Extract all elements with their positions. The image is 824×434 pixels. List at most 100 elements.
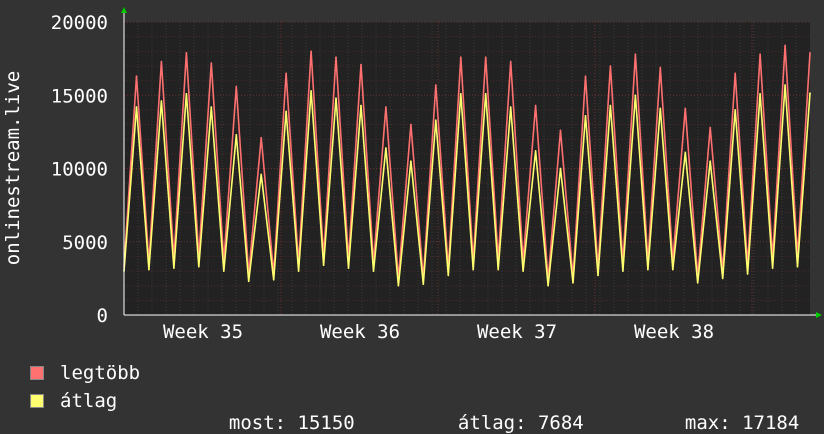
stat-atlag: átlag: 7684 bbox=[435, 390, 584, 434]
data-point bbox=[310, 90, 312, 92]
y-tick-label: 0 bbox=[97, 305, 108, 327]
x-tick-label: Week 38 bbox=[634, 321, 714, 343]
stat-max: max: 17184 bbox=[662, 390, 799, 434]
data-point bbox=[696, 282, 699, 284]
data-point bbox=[484, 93, 487, 95]
x-tick-label: Week 37 bbox=[477, 321, 557, 343]
data-point bbox=[609, 65, 612, 67]
data-point bbox=[297, 270, 300, 272]
data-point bbox=[135, 75, 138, 77]
data-point bbox=[684, 151, 687, 154]
data-point bbox=[684, 107, 687, 110]
data-point bbox=[584, 115, 587, 117]
data-point bbox=[759, 53, 761, 55]
data-point bbox=[335, 97, 337, 99]
data-point bbox=[796, 265, 799, 268]
stat-most-label: most: bbox=[228, 412, 287, 434]
y-tick-label: 5000 bbox=[62, 232, 108, 254]
data-point bbox=[235, 134, 238, 136]
stat-most-value: 15150 bbox=[297, 412, 355, 434]
data-point bbox=[534, 104, 537, 107]
data-point bbox=[198, 265, 200, 268]
data-point bbox=[534, 150, 537, 152]
data-point bbox=[310, 50, 312, 53]
data-point bbox=[247, 280, 250, 283]
data-point bbox=[447, 274, 450, 277]
data-point bbox=[460, 93, 462, 95]
stat-max-label: max: bbox=[684, 412, 731, 434]
data-point bbox=[385, 106, 387, 108]
data-point bbox=[272, 279, 275, 281]
data-point bbox=[484, 56, 487, 58]
legend-label-atlag: átlag bbox=[60, 390, 118, 412]
y-tick-label: 20000 bbox=[51, 12, 108, 34]
data-point bbox=[397, 284, 400, 287]
stat-max-value: 17184 bbox=[742, 412, 800, 434]
data-point bbox=[771, 267, 774, 269]
y-axis-arrow bbox=[121, 7, 127, 13]
data-point bbox=[597, 274, 599, 277]
data-point bbox=[809, 92, 811, 94]
data-point bbox=[372, 270, 375, 272]
data-point bbox=[260, 136, 263, 139]
data-point bbox=[160, 100, 163, 102]
data-point bbox=[634, 94, 637, 97]
y-tick-labels: 0 5000 10000 15000 20000 bbox=[51, 12, 108, 327]
data-point bbox=[809, 52, 811, 54]
data-point bbox=[584, 75, 587, 77]
data-point bbox=[759, 93, 761, 95]
y-tick-label: 15000 bbox=[51, 85, 108, 107]
data-point bbox=[185, 52, 188, 54]
stat-atlag-label: átlag: bbox=[457, 412, 527, 434]
data-point bbox=[734, 72, 736, 75]
data-point bbox=[497, 268, 500, 271]
data-point bbox=[522, 270, 524, 272]
data-point bbox=[721, 277, 724, 280]
legend-swatch-legtobb bbox=[30, 366, 44, 380]
data-point bbox=[709, 160, 711, 162]
data-point bbox=[435, 119, 437, 121]
data-point bbox=[547, 284, 549, 287]
stat-atlag-value: 7684 bbox=[537, 412, 584, 434]
data-point bbox=[672, 268, 674, 271]
data-point bbox=[360, 63, 362, 66]
data-point bbox=[148, 268, 150, 271]
data-point bbox=[223, 270, 225, 272]
x-tick-label: Week 36 bbox=[320, 321, 400, 343]
data-point bbox=[185, 93, 188, 95]
data-point bbox=[335, 56, 337, 58]
data-point bbox=[322, 264, 325, 267]
data-point bbox=[285, 110, 287, 113]
data-point bbox=[647, 268, 649, 271]
data-point bbox=[210, 62, 213, 64]
data-point bbox=[559, 129, 562, 132]
legend-swatch-atlag bbox=[30, 394, 44, 408]
y-axis-title: onlinestream.live bbox=[2, 71, 24, 265]
data-point bbox=[472, 268, 475, 271]
data-point bbox=[734, 109, 736, 111]
data-point bbox=[659, 107, 662, 110]
data-point bbox=[160, 60, 163, 63]
data-point bbox=[435, 84, 437, 86]
stat-most: most: 15150 bbox=[206, 390, 355, 434]
data-point bbox=[559, 167, 562, 170]
legend-label-legtobb: legtöbb bbox=[60, 362, 141, 384]
data-point bbox=[385, 147, 387, 149]
data-point bbox=[634, 53, 637, 55]
data-point bbox=[173, 267, 175, 269]
data-point bbox=[135, 106, 138, 108]
data-point bbox=[509, 60, 512, 63]
x-axis-arrow bbox=[816, 312, 822, 318]
data-point bbox=[709, 126, 711, 129]
data-point bbox=[210, 106, 213, 108]
data-point bbox=[260, 173, 263, 176]
legend-item-atlag: átlag bbox=[30, 390, 117, 412]
data-point bbox=[360, 104, 362, 107]
data-point bbox=[609, 104, 612, 107]
data-point bbox=[285, 72, 287, 75]
data-point bbox=[410, 160, 412, 162]
data-point bbox=[784, 44, 786, 47]
y-tick-label: 10000 bbox=[51, 159, 108, 181]
data-point bbox=[410, 123, 412, 126]
x-tick-labels: Week 35 Week 36 Week 37 Week 38 bbox=[163, 321, 714, 343]
